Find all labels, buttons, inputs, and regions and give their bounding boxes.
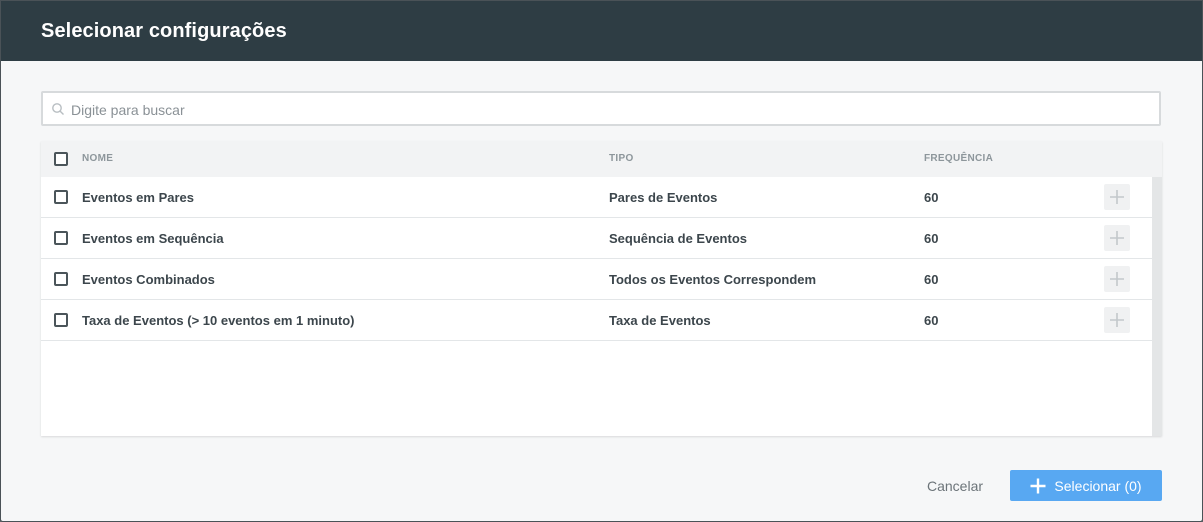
plus-icon	[1110, 231, 1124, 245]
column-header-name: NOME	[82, 153, 114, 164]
search-box	[41, 91, 1161, 126]
column-header-frequency: FREQUÊNCIA	[924, 153, 994, 164]
table-row: Eventos Combinados Todos os Eventos Corr…	[41, 259, 1162, 300]
add-row-button[interactable]	[1104, 225, 1130, 251]
row-name: Eventos Combinados	[82, 272, 215, 287]
row-checkbox[interactable]	[54, 190, 68, 204]
row-frequency: 60	[924, 313, 939, 328]
cancel-button[interactable]: Cancelar	[927, 478, 983, 494]
row-frequency: 60	[924, 272, 939, 287]
plus-icon	[1110, 190, 1124, 204]
select-button[interactable]: Selecionar (0)	[1010, 470, 1162, 501]
row-type: Taxa de Eventos	[609, 313, 711, 328]
table-row: Taxa de Eventos (> 10 eventos em 1 minut…	[41, 300, 1162, 341]
select-all-checkbox[interactable]	[54, 152, 68, 166]
row-name: Taxa de Eventos (> 10 eventos em 1 minut…	[82, 313, 355, 328]
select-configurations-modal: Selecionar configurações NOME TIPO FREQU…	[0, 0, 1203, 522]
configurations-table: NOME TIPO FREQUÊNCIA Eventos em Pares Pa…	[41, 141, 1162, 436]
add-row-button[interactable]	[1104, 184, 1130, 210]
modal-header: Selecionar configurações	[1, 1, 1202, 61]
row-frequency: 60	[924, 231, 939, 246]
row-type: Sequência de Eventos	[609, 231, 747, 246]
table-scrollbar[interactable]	[1152, 177, 1162, 436]
select-button-label: Selecionar (0)	[1054, 477, 1142, 494]
row-checkbox[interactable]	[54, 272, 68, 286]
add-row-button[interactable]	[1104, 307, 1130, 333]
table-header: NOME TIPO FREQUÊNCIA	[41, 141, 1162, 177]
row-name: Eventos em Pares	[82, 190, 195, 205]
add-row-button[interactable]	[1104, 266, 1130, 292]
plus-icon	[1110, 272, 1124, 286]
table-row: Eventos em Sequência Sequência de Evento…	[41, 218, 1162, 259]
row-frequency: 60	[924, 190, 939, 205]
plus-icon	[1110, 313, 1124, 327]
modal-title: Selecionar configurações	[41, 19, 287, 42]
plus-icon	[1030, 478, 1046, 493]
search-input[interactable]	[69, 93, 1153, 126]
row-checkbox[interactable]	[54, 313, 68, 327]
row-name: Eventos em Sequência	[82, 231, 224, 246]
table-row: Eventos em Pares Pares de Eventos 60	[41, 177, 1162, 218]
search-icon	[51, 102, 65, 116]
column-header-type: TIPO	[609, 153, 634, 164]
row-type: Todos os Eventos Correspondem	[609, 272, 817, 287]
row-type: Pares de Eventos	[609, 190, 718, 205]
row-checkbox[interactable]	[54, 231, 68, 245]
